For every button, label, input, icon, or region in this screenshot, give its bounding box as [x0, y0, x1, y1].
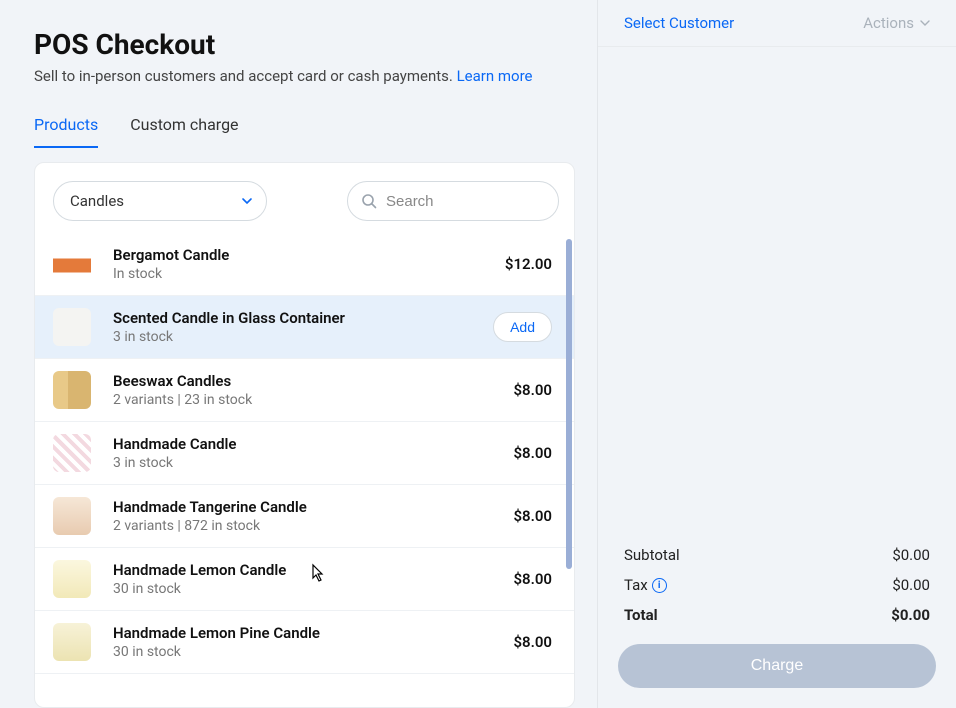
tabs: Products Custom charge	[34, 107, 575, 148]
subtitle-text: Sell to in-person customers and accept c…	[34, 67, 457, 85]
actions-label: Actions	[863, 14, 914, 32]
product-thumb	[53, 434, 91, 472]
charge-button[interactable]: Charge	[618, 644, 936, 688]
tax-value: $0.00	[892, 576, 930, 594]
tab-products[interactable]: Products	[34, 107, 98, 148]
product-thumb	[53, 371, 91, 409]
subtotal-value: $0.00	[892, 546, 930, 564]
product-name: Handmade Candle	[113, 435, 513, 453]
product-stock: 30 in stock	[113, 581, 513, 597]
info-icon[interactable]: i	[652, 578, 667, 593]
product-price: $12.00	[505, 255, 552, 273]
product-stock: In stock	[113, 266, 505, 282]
page-subtitle: Sell to in-person customers and accept c…	[34, 67, 575, 85]
product-stock: 2 variants | 872 in stock	[113, 518, 513, 534]
product-stock: 3 in stock	[113, 455, 513, 471]
actions-dropdown[interactable]: Actions	[863, 14, 930, 32]
product-row[interactable]: Handmade Lemon Candle 30 in stock $8.00	[35, 548, 574, 611]
page-title: POS Checkout	[34, 28, 575, 61]
totals-block: Subtotal $0.00 Tax i $0.00 Total $0.00	[598, 532, 956, 636]
product-row[interactable]: Scented Candle in Glass Container 3 in s…	[35, 296, 574, 359]
product-name: Handmade Tangerine Candle	[113, 498, 513, 516]
product-stock: 2 variants | 23 in stock	[113, 392, 513, 408]
product-row[interactable]: Handmade Candle 3 in stock $8.00	[35, 422, 574, 485]
learn-more-link[interactable]: Learn more	[457, 67, 533, 85]
product-name: Scented Candle in Glass Container	[113, 309, 493, 327]
total-value: $0.00	[891, 606, 930, 624]
product-row[interactable]: Handmade Lemon Pine Candle 30 in stock $…	[35, 611, 574, 674]
product-thumb	[53, 308, 91, 346]
category-select-value: Candles	[70, 192, 124, 210]
product-thumb	[53, 245, 91, 283]
product-thumb	[53, 560, 91, 598]
product-row[interactable]: Beeswax Candles 2 variants | 23 in stock…	[35, 359, 574, 422]
product-name: Bergamot Candle	[113, 246, 505, 264]
product-price: $8.00	[513, 570, 552, 588]
product-thumb	[53, 623, 91, 661]
product-thumb	[53, 497, 91, 535]
product-card: Candles Bergamot Candle In stock $12.00	[34, 162, 575, 708]
add-button[interactable]: Add	[493, 312, 552, 342]
product-name: Handmade Lemon Pine Candle	[113, 624, 513, 642]
product-row[interactable]: Bergamot Candle In stock $12.00	[35, 233, 574, 296]
product-stock: 3 in stock	[113, 329, 493, 345]
product-name: Beeswax Candles	[113, 372, 513, 390]
product-price: $8.00	[513, 381, 552, 399]
select-customer-link[interactable]: Select Customer	[624, 14, 734, 32]
chevron-down-icon	[920, 18, 930, 28]
subtotal-label: Subtotal	[624, 546, 680, 564]
product-price: $8.00	[513, 507, 552, 525]
scrollbar[interactable]	[566, 239, 572, 569]
product-row[interactable]: Handmade Tangerine Candle 2 variants | 8…	[35, 485, 574, 548]
total-label: Total	[624, 606, 658, 624]
product-price: $8.00	[513, 444, 552, 462]
tab-custom-charge[interactable]: Custom charge	[130, 107, 238, 148]
tax-label: Tax	[624, 576, 648, 594]
search-input[interactable]	[347, 181, 559, 221]
product-list: Bergamot Candle In stock $12.00 Scented …	[35, 233, 574, 707]
product-stock: 30 in stock	[113, 644, 513, 660]
cart-empty-area	[598, 47, 956, 532]
product-price: $8.00	[513, 633, 552, 651]
product-name: Handmade Lemon Candle	[113, 561, 513, 579]
category-select[interactable]: Candles	[53, 181, 267, 221]
